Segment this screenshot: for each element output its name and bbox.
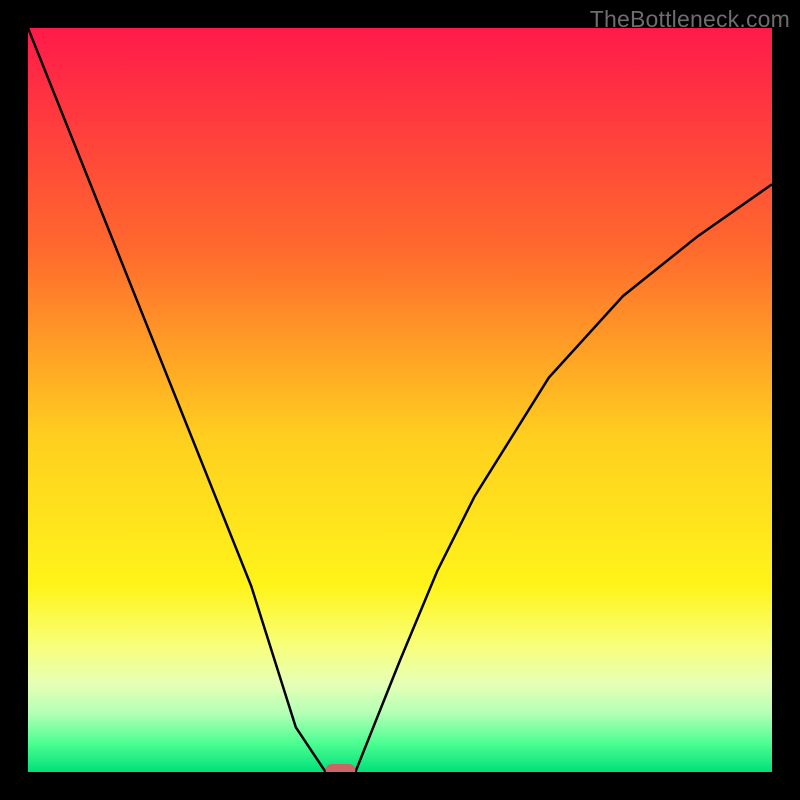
bottleneck-chart xyxy=(28,28,772,772)
chart-container: TheBottleneck.com xyxy=(0,0,800,800)
plot-area xyxy=(28,28,772,772)
optimal-range-marker xyxy=(326,764,356,772)
